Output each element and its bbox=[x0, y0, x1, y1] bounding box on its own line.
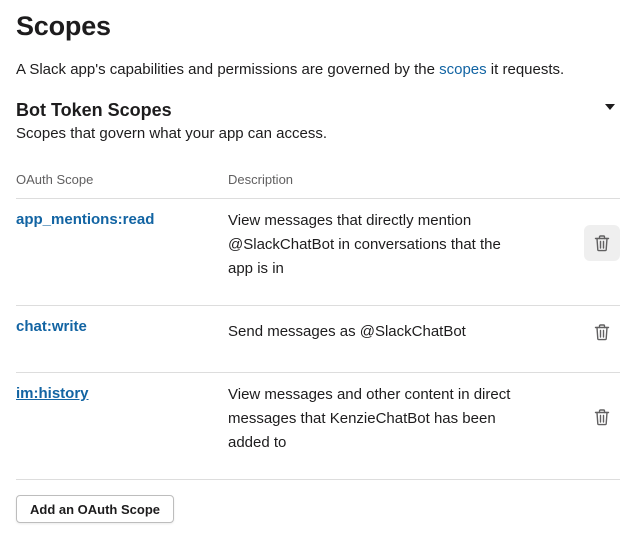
scopes-table: OAuth Scope Description app_mentions:rea… bbox=[16, 162, 620, 480]
collapse-caret-icon[interactable] bbox=[605, 104, 615, 110]
trash-icon bbox=[594, 234, 610, 251]
table-row: im:history View messages and other conte… bbox=[16, 373, 620, 480]
trash-icon bbox=[594, 408, 610, 425]
scope-description: View messages and other content in direc… bbox=[228, 383, 533, 455]
add-oauth-scope-button[interactable]: Add an OAuth Scope bbox=[16, 495, 174, 523]
intro-text-end: it requests. bbox=[486, 61, 565, 78]
scope-name[interactable]: app_mentions:read bbox=[16, 211, 154, 228]
intro-text: A Slack app's capabilities and permissio… bbox=[16, 60, 564, 80]
scope-description: Send messages as @SlackChatBot bbox=[228, 320, 533, 344]
intro-text-start: A Slack app's capabilities and permissio… bbox=[16, 61, 440, 78]
trash-icon bbox=[594, 323, 610, 340]
description-line: messages that KenzieChatBot has been bbox=[228, 410, 496, 427]
description-line: app is in bbox=[228, 260, 284, 277]
delete-scope-button[interactable] bbox=[584, 225, 620, 261]
section-subtitle: Scopes that govern what your app can acc… bbox=[16, 125, 328, 142]
table-header: OAuth Scope Description bbox=[16, 162, 620, 199]
description-line: View messages that directly mention bbox=[228, 212, 472, 229]
delete-scope-button[interactable] bbox=[584, 314, 620, 350]
section-title: Bot Token Scopes bbox=[16, 100, 172, 120]
description-line: @SlackChatBot in conversations that the bbox=[228, 236, 501, 253]
scope-name[interactable]: chat:write bbox=[16, 318, 87, 335]
description-line: View messages and other content in direc… bbox=[228, 386, 511, 403]
description-line: added to bbox=[228, 434, 287, 451]
description-line: Send messages as @SlackChatBot bbox=[228, 323, 466, 340]
scope-name[interactable]: im:history bbox=[16, 385, 89, 402]
table-row: app_mentions:read View messages that dir… bbox=[16, 199, 620, 306]
scopes-link[interactable]: scopes bbox=[439, 61, 487, 78]
scope-description: View messages that directly mention @Sla… bbox=[228, 209, 533, 281]
delete-scope-button[interactable] bbox=[584, 399, 620, 435]
table-row: chat:write Send messages as @SlackChatBo… bbox=[16, 306, 620, 373]
column-header-scope: OAuth Scope bbox=[16, 172, 94, 187]
column-header-description: Description bbox=[228, 172, 294, 187]
page-title: Scopes bbox=[16, 11, 111, 41]
